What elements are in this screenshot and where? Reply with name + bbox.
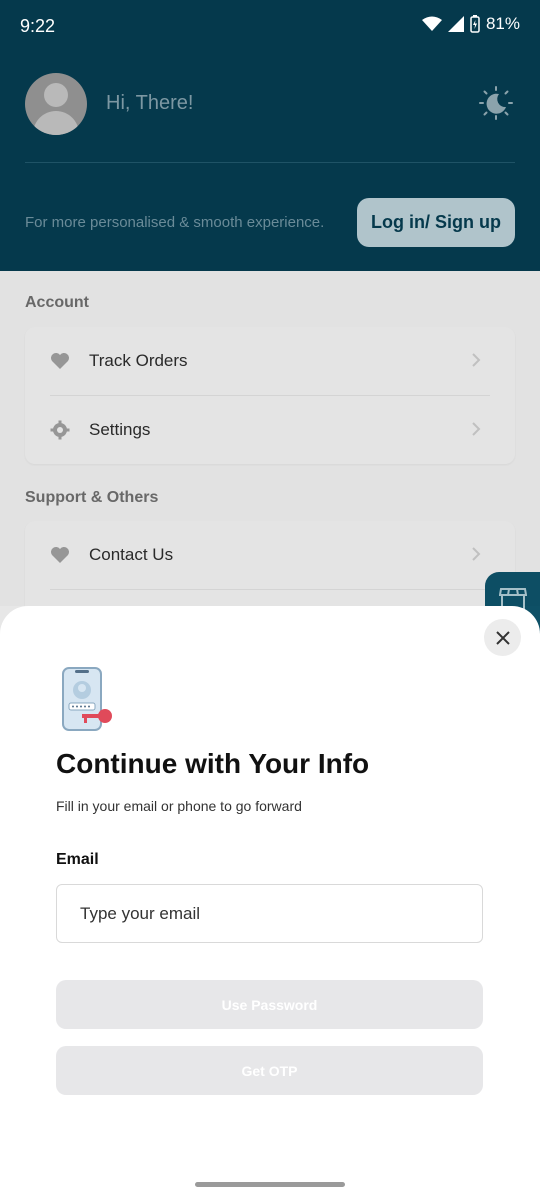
sheet-subtitle: Fill in your email or phone to go forwar… [56, 798, 302, 814]
signal-icon [447, 16, 464, 32]
avatar[interactable] [25, 73, 87, 135]
close-button[interactable] [484, 619, 521, 656]
modal-scrim[interactable] [0, 271, 540, 606]
email-input[interactable] [56, 884, 483, 943]
phone-key-illustration-icon [62, 667, 112, 731]
login-tagline: For more personalised & smooth experienc… [25, 214, 325, 231]
get-otp-button[interactable]: Get OTP [56, 1046, 483, 1095]
battery-charging-icon [470, 15, 480, 33]
sheet-title: Continue with Your Info [56, 748, 370, 779]
profile-header: Hi, There! For more personalised & smoot… [0, 52, 540, 271]
wifi-icon [421, 16, 442, 31]
status-icons: 81% [421, 14, 520, 34]
status-bar: 9:22 81% [0, 0, 540, 52]
login-signup-button[interactable]: Log in/ Sign up [357, 198, 515, 247]
battery-level: 81% [485, 14, 520, 33]
close-icon [495, 630, 510, 645]
dark-mode-toggle-icon[interactable] [479, 86, 513, 120]
home-indicator[interactable] [195, 1182, 345, 1187]
greeting-text: Hi, There! [106, 92, 194, 114]
use-password-button[interactable]: Use Password [56, 980, 483, 1029]
header-divider [25, 162, 515, 163]
email-label: Email [56, 851, 99, 868]
status-time: 9:22 [20, 16, 56, 36]
